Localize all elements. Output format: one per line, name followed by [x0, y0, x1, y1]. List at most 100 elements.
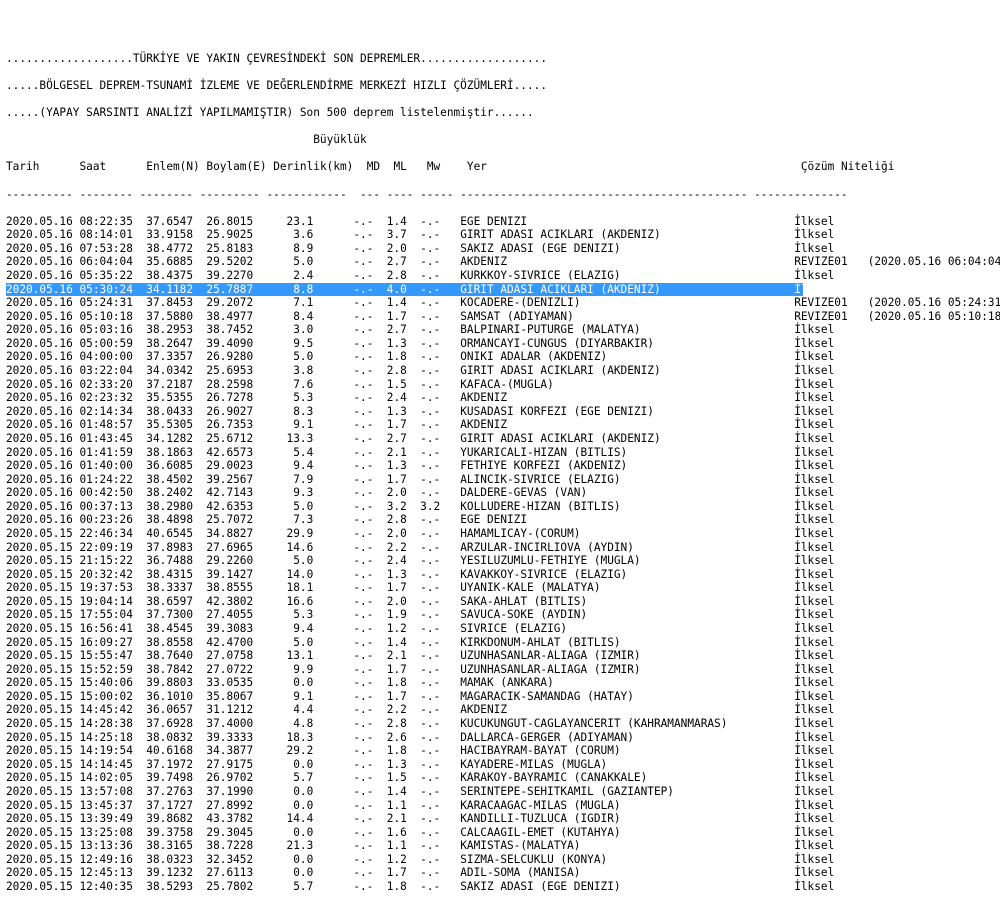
- row-depth: 3.8: [273, 364, 354, 378]
- earthquake-row[interactable]: 2020.05.15 13:57:08 37.2763 37.1990 0.0 …: [6, 785, 1000, 799]
- row-time: 05:10:18: [79, 309, 147, 323]
- earthquake-row[interactable]: 2020.05.15 13:45:37 37.1727 27.8992 0.0 …: [6, 799, 1000, 813]
- row-place: SAMSAT (ADIYAMAN): [460, 309, 795, 323]
- earthquake-row[interactable]: 2020.05.16 02:23:32 35.5355 26.7278 5.3 …: [6, 391, 1000, 405]
- earthquake-row[interactable]: 2020.05.16 05:03:16 38.2953 38.7452 3.0 …: [6, 323, 1000, 337]
- row-md: -.-: [353, 689, 387, 703]
- row-depth: 18.1: [273, 581, 354, 595]
- row-solution-status: İlksel: [794, 228, 835, 242]
- earthquake-row[interactable]: 2020.05.15 13:25:08 39.3758 29.3045 0.0 …: [6, 826, 1000, 840]
- earthquake-row[interactable]: 2020.05.16 04:00:00 37.3357 26.9280 5.0 …: [6, 350, 1000, 364]
- earthquake-row[interactable]: 2020.05.15 21:15:22 36.7488 29.2260 5.0 …: [6, 554, 1000, 568]
- row-date: 2020.05.16: [6, 336, 80, 350]
- row-latitude: 38.2953: [146, 323, 207, 337]
- earthquake-row[interactable]: 2020.05.15 14:02:05 39.7498 26.9702 5.7 …: [6, 771, 1000, 785]
- row-depth: 0.0: [273, 784, 354, 798]
- row-date: 2020.05.15: [6, 866, 80, 880]
- earthquake-row[interactable]: 2020.05.15 15:00:02 36.1010 35.8067 9.1 …: [6, 690, 1000, 704]
- row-mw: -.-: [420, 880, 461, 893]
- earthquake-row[interactable]: 2020.05.15 13:13:36 38.3165 38.7228 21.3…: [6, 839, 1000, 853]
- row-latitude: 40.6168: [146, 744, 207, 758]
- row-ml: 2.7: [386, 431, 421, 445]
- row-time: 02:23:32: [79, 391, 147, 405]
- earthquake-row[interactable]: 2020.05.15 15:40:06 39.8803 33.0535 0.0 …: [6, 676, 1000, 690]
- row-place: KUCUKUNGUT-CAGLAYANCERIT (KAHRAMANMARAS): [460, 717, 795, 731]
- earthquake-row[interactable]: 2020.05.16 01:24:22 38.4502 39.2567 7.9 …: [6, 473, 1000, 487]
- earthquake-row[interactable]: 2020.05.16 01:41:59 38.1863 42.6573 5.4 …: [6, 446, 1000, 460]
- row-ml: 2.8: [386, 364, 421, 378]
- row-time: 14:25:18: [79, 730, 147, 744]
- earthquake-row[interactable]: 2020.05.15 19:04:14 38.6597 42.3802 16.6…: [6, 595, 1000, 609]
- row-ml: 1.4: [386, 635, 421, 649]
- row-md: -.-: [353, 852, 387, 866]
- row-depth: 8.4: [273, 309, 354, 323]
- row-longitude: 25.7802: [206, 880, 274, 893]
- earthquake-row[interactable]: 2020.05.15 14:45:42 36.0657 31.1212 4.4 …: [6, 703, 1000, 717]
- row-longitude: 25.7072: [206, 513, 274, 527]
- row-solution-status: İlksel: [794, 214, 835, 228]
- earthquake-row[interactable]: 2020.05.15 16:09:27 38.8558 42.4700 5.0 …: [6, 636, 1000, 650]
- row-longitude: 26.9702: [206, 771, 274, 785]
- row-longitude: 42.3802: [206, 594, 274, 608]
- row-longitude: 42.7143: [206, 486, 274, 500]
- row-place: ADIL-SOMA (MANISA): [460, 866, 795, 880]
- row-solution-status: İlksel: [794, 594, 835, 608]
- earthquake-row[interactable]: 2020.05.15 14:14:45 37.1972 27.9175 0.0 …: [6, 758, 1000, 772]
- row-place: GIRIT ADASI ACIKLARI (AKDENIZ): [460, 282, 795, 296]
- earthquake-row[interactable]: 2020.05.16 05:00:59 38.2647 39.4090 9.5 …: [6, 337, 1000, 351]
- row-solution-status: İlksel: [794, 418, 835, 432]
- row-mw: 3.2: [420, 499, 461, 513]
- earthquake-row[interactable]: 2020.05.15 16:56:41 38.4545 39.3083 9.4 …: [6, 622, 1000, 636]
- earthquake-row[interactable]: 2020.05.15 15:52:59 38.7842 27.0722 9.9 …: [6, 663, 1000, 677]
- row-ml: 1.7: [386, 581, 421, 595]
- earthquake-row[interactable]: 2020.05.16 05:30:24 34.1182 25.7887 8.8 …: [6, 282, 834, 297]
- col-mw: Mw: [426, 160, 467, 174]
- row-longitude: 26.9280: [206, 350, 274, 364]
- row-mw: -.-: [420, 703, 461, 717]
- row-mw: -.-: [420, 296, 461, 310]
- row-latitude: 34.1282: [146, 431, 207, 445]
- row-md: -.-: [353, 622, 387, 636]
- earthquake-row[interactable]: 2020.05.16 00:23:26 38.4898 25.7072 7.3 …: [6, 513, 1000, 527]
- earthquake-row[interactable]: 2020.05.16 05:10:18 37.5880 38.4977 8.4 …: [6, 310, 1000, 324]
- earthquake-row[interactable]: 2020.05.16 05:24:31 37.8453 29.2072 7.1 …: [6, 296, 1000, 310]
- earthquake-row[interactable]: 2020.05.16 07:53:28 38.4772 25.8183 8.9 …: [6, 242, 1000, 256]
- earthquake-row[interactable]: 2020.05.16 08:14:01 33.9158 25.9025 3.6 …: [6, 228, 1000, 242]
- earthquake-row[interactable]: 2020.05.16 01:43:45 34.1282 25.6712 13.3…: [6, 432, 1000, 446]
- row-solution-status: İlksel: [794, 526, 835, 540]
- row-md: -.-: [353, 717, 387, 731]
- earthquake-row[interactable]: 2020.05.15 12:40:35 38.5293 25.7802 5.7 …: [6, 880, 1000, 894]
- row-place: KARACAAGAC-MILAS (MUGLA): [460, 798, 795, 812]
- row-mw: -.-: [420, 554, 461, 568]
- row-longitude: 29.3045: [206, 825, 274, 839]
- earthquake-row[interactable]: 2020.05.15 17:55:04 37.7300 27.4055 5.3 …: [6, 608, 1000, 622]
- earthquake-row[interactable]: 2020.05.16 00:42:50 38.2402 42.7143 9.3 …: [6, 486, 1000, 500]
- earthquake-row[interactable]: 2020.05.16 00:37:13 38.2980 42.6353 5.0 …: [6, 500, 1000, 514]
- earthquake-row[interactable]: 2020.05.16 05:35:22 38.4375 39.2270 2.4 …: [6, 269, 1000, 283]
- earthquake-row[interactable]: 2020.05.16 01:40:00 36.6085 29.0023 9.4 …: [6, 459, 1000, 473]
- row-md: -.-: [353, 309, 387, 323]
- row-ml: 1.5: [386, 377, 421, 391]
- earthquake-row[interactable]: 2020.05.16 02:14:34 38.0433 26.9027 8.3 …: [6, 405, 1000, 419]
- earthquake-row[interactable]: 2020.05.15 12:49:16 38.0323 32.3452 0.0 …: [6, 853, 1000, 867]
- earthquake-row[interactable]: 2020.05.15 19:37:53 38.3337 38.8555 18.1…: [6, 581, 1000, 595]
- earthquake-row[interactable]: 2020.05.16 01:48:57 35.5305 26.7353 9.1 …: [6, 418, 1000, 432]
- row-depth: 21.3: [273, 839, 354, 853]
- row-latitude: 38.0433: [146, 404, 207, 418]
- earthquake-row[interactable]: 2020.05.15 13:39:49 39.8682 43.3782 14.4…: [6, 812, 1000, 826]
- earthquake-row[interactable]: 2020.05.15 20:32:42 38.4315 39.1427 14.0…: [6, 568, 1000, 582]
- earthquake-row[interactable]: 2020.05.16 06:04:04 35.6885 29.5202 5.0 …: [6, 255, 1000, 269]
- earthquake-row[interactable]: 2020.05.15 14:25:18 38.0832 39.3333 18.3…: [6, 731, 1000, 745]
- row-longitude: 25.6712: [206, 431, 274, 445]
- earthquake-row[interactable]: 2020.05.15 22:46:34 40.6545 34.8827 29.9…: [6, 527, 1000, 541]
- earthquake-row[interactable]: 2020.05.16 02:33:20 37.2187 28.2598 7.6 …: [6, 378, 1000, 392]
- earthquake-row[interactable]: 2020.05.16 08:22:35 37.6547 26.8015 23.1…: [6, 215, 1000, 229]
- row-time: 01:43:45: [79, 431, 147, 445]
- earthquake-row[interactable]: 2020.05.15 15:55:47 38.7640 27.0758 13.1…: [6, 649, 1000, 663]
- earthquake-row[interactable]: 2020.05.15 14:19:54 40.6168 34.3877 29.2…: [6, 744, 1000, 758]
- earthquake-row[interactable]: 2020.05.15 14:28:38 37.6928 37.4000 4.8 …: [6, 717, 1000, 731]
- earthquake-row[interactable]: 2020.05.16 03:22:04 34.0342 25.6953 3.8 …: [6, 364, 1000, 378]
- earthquake-row[interactable]: 2020.05.15 22:09:19 37.8983 27.6965 14.6…: [6, 541, 1000, 555]
- earthquake-row[interactable]: 2020.05.15 12:45:13 39.1232 27.6113 0.0 …: [6, 866, 1000, 880]
- row-time: 12:45:13: [79, 866, 147, 880]
